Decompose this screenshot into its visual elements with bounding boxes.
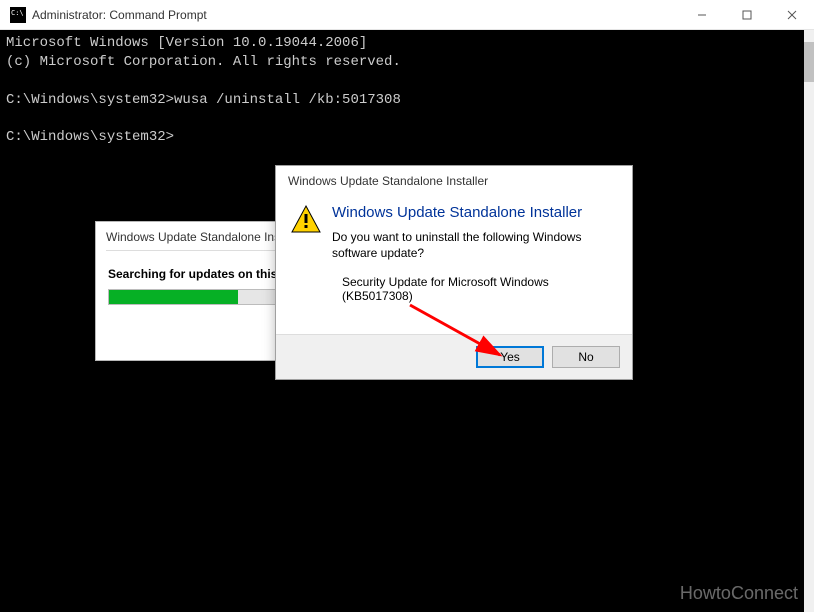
vertical-scrollbar[interactable] bbox=[804, 30, 814, 612]
window-controls bbox=[679, 0, 814, 30]
titlebar[interactable]: Administrator: Command Prompt bbox=[0, 0, 814, 30]
dialog-footer: Yes No bbox=[276, 334, 632, 379]
dialog-text-area: Windows Update Standalone Installer Do y… bbox=[332, 204, 618, 303]
dialog-header: Windows Update Standalone Installer bbox=[276, 166, 632, 194]
no-button-label: No bbox=[578, 350, 593, 364]
console-line: C:\Windows\system32>wusa /uninstall /kb:… bbox=[6, 92, 401, 108]
maximize-icon bbox=[742, 10, 752, 20]
yes-button[interactable]: Yes bbox=[476, 346, 544, 368]
maximize-button[interactable] bbox=[724, 0, 769, 30]
yes-button-label: Yes bbox=[500, 350, 520, 364]
update-name: Security Update for Microsoft Windows (K… bbox=[332, 275, 618, 303]
uninstall-confirm-dialog: Windows Update Standalone Installer Wind… bbox=[275, 165, 633, 380]
scrollbar-thumb[interactable] bbox=[804, 42, 814, 82]
dialog-heading: Windows Update Standalone Installer bbox=[332, 204, 618, 221]
minimize-button[interactable] bbox=[679, 0, 724, 30]
cmd-icon bbox=[10, 7, 26, 23]
watermark: HowtoConnect bbox=[680, 583, 798, 604]
console-line: Microsoft Windows [Version 10.0.19044.20… bbox=[6, 35, 367, 51]
dialog-question: Do you want to uninstall the following W… bbox=[332, 229, 618, 261]
window-title: Administrator: Command Prompt bbox=[32, 8, 679, 22]
dialog-body: Windows Update Standalone Installer Do y… bbox=[276, 194, 632, 313]
progress-fill bbox=[109, 290, 238, 304]
minimize-icon bbox=[697, 10, 707, 20]
close-button[interactable] bbox=[769, 0, 814, 30]
no-button[interactable]: No bbox=[552, 346, 620, 368]
console-line: C:\Windows\system32> bbox=[6, 129, 174, 145]
close-icon bbox=[787, 10, 797, 20]
console-line: (c) Microsoft Corporation. All rights re… bbox=[6, 54, 401, 70]
warning-icon bbox=[290, 204, 322, 236]
